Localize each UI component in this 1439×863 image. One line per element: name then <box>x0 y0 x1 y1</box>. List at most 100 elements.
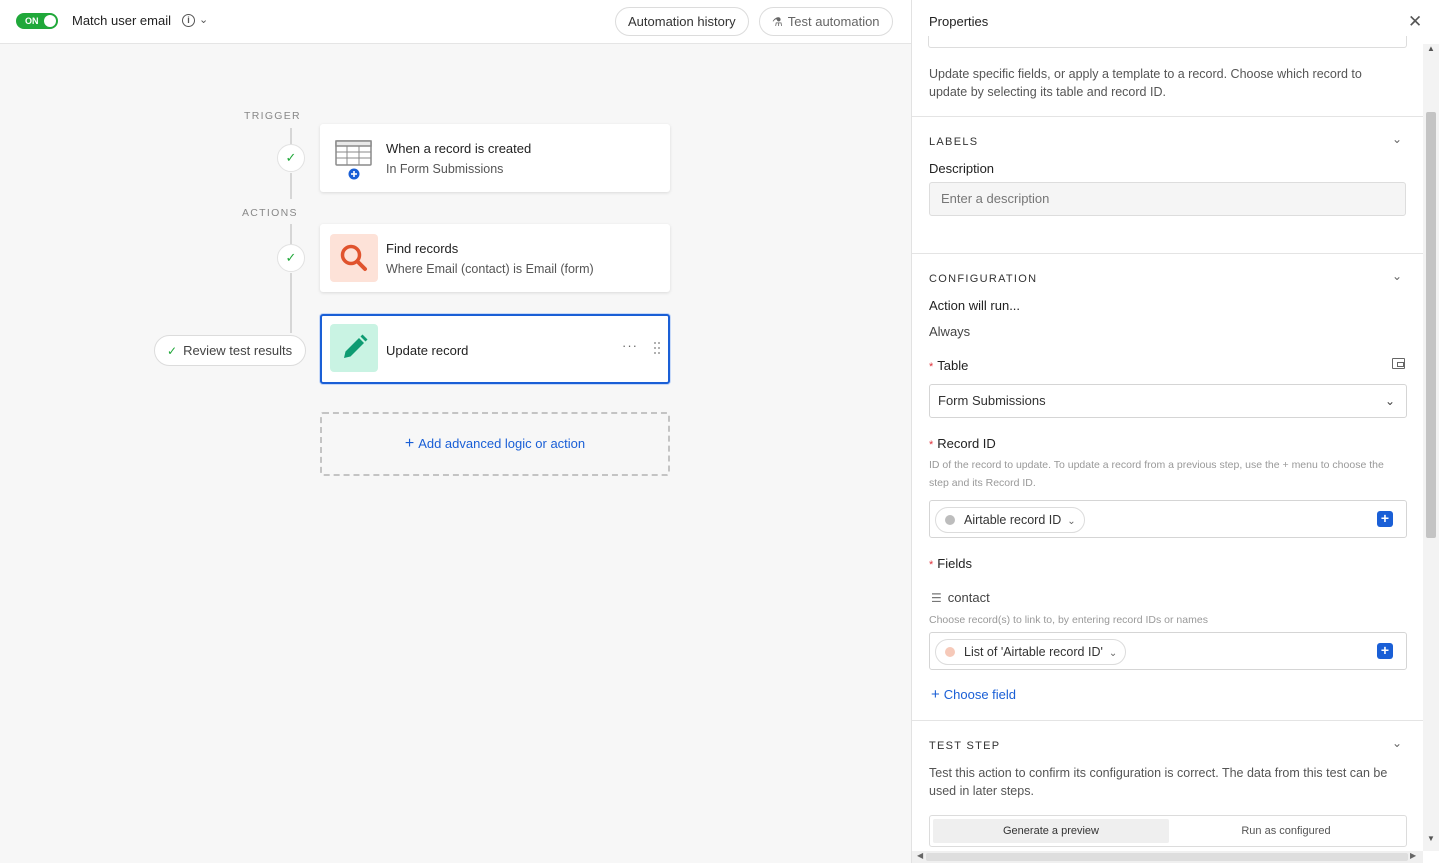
plus-icon: + <box>931 686 940 703</box>
table-select[interactable]: Form Submissions ⌄ <box>929 384 1407 418</box>
divider <box>912 116 1423 117</box>
properties-panel: Properties ✕ Update specific fields, or … <box>911 0 1439 863</box>
drag-handle-icon[interactable] <box>653 341 661 355</box>
required-marker: * <box>929 439 934 451</box>
linked-field-icon: ☰ <box>931 591 942 605</box>
step-title: Update record <box>386 343 469 358</box>
test-automation-button[interactable]: ⚗ Test automation <box>759 7 893 36</box>
connector-line <box>290 128 292 144</box>
required-marker: * <box>929 361 934 373</box>
flask-icon: ⚗ <box>772 15 783 29</box>
actions-section-label: ACTIONS <box>242 207 298 219</box>
chevron-down-icon[interactable]: ⌄ <box>1392 269 1402 283</box>
action-intro-text: Update specific fields, or apply a templ… <box>929 67 1362 99</box>
horizontal-scroll-thumb[interactable] <box>926 853 1408 861</box>
expand-icon[interactable] <box>1392 358 1405 369</box>
automation-history-button[interactable]: Automation history <box>615 7 749 36</box>
table-field-label: * Table <box>929 358 968 373</box>
contact-field-input[interactable]: List of 'Airtable record ID' ⌄ + <box>929 632 1407 670</box>
check-icon: ✓ <box>167 344 178 358</box>
record-id-hint: ID of the record to update. To update a … <box>929 459 1384 489</box>
workflow-canvas: TRIGGER ✓ ACTIONS ✓ When a record is cre… <box>0 44 911 863</box>
insert-token-plus-icon[interactable]: + <box>1377 511 1393 527</box>
step-subtitle: Where Email (contact) is Email (form) <box>386 262 594 276</box>
connector-line <box>290 273 292 333</box>
insert-token-plus-icon[interactable]: + <box>1377 643 1393 659</box>
add-advanced-logic-button[interactable]: + Add advanced logic or action <box>320 412 670 476</box>
scroll-thumb[interactable] <box>1426 112 1436 538</box>
close-icon[interactable]: ✕ <box>1408 12 1422 32</box>
chevron-down-icon: ⌄ <box>1067 516 1076 527</box>
vertical-scrollbar[interactable]: ▲ ▼ <box>1423 44 1439 851</box>
scroll-left-arrow-icon[interactable]: ◀ <box>917 851 923 860</box>
test-step-description: Test this action to confirm its configur… <box>929 766 1388 798</box>
search-icon <box>945 647 955 657</box>
name-input-edge[interactable] <box>928 36 1407 48</box>
generate-preview-button[interactable]: Generate a preview <box>933 819 1169 843</box>
divider <box>912 253 1423 254</box>
update-record-card[interactable]: Update record ··· <box>320 314 670 384</box>
search-icon <box>330 234 378 282</box>
more-options-icon[interactable]: ··· <box>622 338 638 353</box>
info-icon[interactable]: i <box>182 14 195 27</box>
connector-line <box>290 224 292 244</box>
connector-line <box>290 173 292 199</box>
chevron-down-icon: ⌄ <box>1385 394 1396 408</box>
automation-name[interactable]: Match user email <box>72 13 171 29</box>
choose-field-button[interactable]: + Choose field <box>931 686 1016 703</box>
record-id-token[interactable]: Airtable record ID ⌄ <box>935 507 1085 533</box>
action-run-label: Action will run... <box>929 298 1021 313</box>
contact-field-name: contact <box>947 590 990 605</box>
trigger-card[interactable]: When a record is created In Form Submiss… <box>320 124 670 192</box>
contact-field-hint: Choose record(s) to link to, by entering… <box>929 614 1208 626</box>
toggle-label: ON <box>25 16 39 26</box>
contact-field-row: ☰ contact <box>931 590 990 605</box>
test-mode-toggle: Generate a preview Run as configured <box>929 815 1407 847</box>
record-id-token-label: Airtable record ID <box>964 513 1062 527</box>
step-title: Find records <box>386 241 459 256</box>
record-id-input[interactable]: Airtable record ID ⌄ + <box>929 500 1407 538</box>
test-step-section-header[interactable]: TEST STEP <box>929 740 1000 752</box>
scroll-down-arrow-icon[interactable]: ▼ <box>1427 834 1435 843</box>
test-automation-label: Test automation <box>787 14 880 29</box>
step-title: When a record is created <box>386 141 532 156</box>
record-id-label-text: Record ID <box>937 436 996 451</box>
automation-on-toggle[interactable]: ON <box>16 13 58 29</box>
step-subtitle: In Form Submissions <box>386 162 504 176</box>
record-id-field-label: * Record ID <box>929 436 996 451</box>
run-as-configured-button[interactable]: Run as configured <box>1169 819 1403 843</box>
chevron-down-icon: ⌄ <box>1108 648 1118 659</box>
table-plus-icon <box>330 134 378 182</box>
top-bar: ON Match user email i ⌄ Automation histo… <box>0 0 911 44</box>
fields-field-label: * Fields <box>929 556 972 571</box>
fingerprint-icon <box>945 515 955 525</box>
fields-label-text: Fields <box>937 556 972 571</box>
horizontal-scrollbar[interactable]: ◀ ▶ <box>912 851 1423 863</box>
contact-token-label: List of 'Airtable record ID' <box>964 645 1103 659</box>
description-input[interactable]: Enter a description <box>929 182 1406 216</box>
chevron-down-icon[interactable]: ⌄ <box>1392 132 1402 146</box>
labels-section-header[interactable]: LABELS <box>929 136 978 148</box>
trigger-check-icon: ✓ <box>277 144 305 172</box>
choose-field-label: Choose field <box>943 687 1017 702</box>
divider <box>912 720 1423 721</box>
scroll-right-arrow-icon[interactable]: ▶ <box>1410 851 1416 860</box>
action-check-icon: ✓ <box>277 244 305 272</box>
table-select-value: Form Submissions <box>938 393 1046 408</box>
review-label: Review test results <box>183 343 293 358</box>
plus-icon: + <box>404 435 415 452</box>
chevron-down-icon[interactable]: ⌄ <box>199 13 208 26</box>
action-run-value[interactable]: Always <box>929 324 970 339</box>
contact-token[interactable]: List of 'Airtable record ID' ⌄ <box>935 639 1127 665</box>
configuration-section-header[interactable]: CONFIGURATION <box>929 273 1037 285</box>
table-label-text: Table <box>937 358 969 373</box>
trigger-section-label: TRIGGER <box>244 110 301 122</box>
chevron-down-icon[interactable]: ⌄ <box>1392 736 1402 750</box>
toggle-knob <box>44 15 56 27</box>
add-label: Add advanced logic or action <box>418 436 586 451</box>
review-test-results-button[interactable]: ✓ Review test results <box>154 335 306 366</box>
automation-editor: ON Match user email i ⌄ Automation histo… <box>0 0 1439 863</box>
scroll-up-arrow-icon[interactable]: ▲ <box>1427 44 1435 53</box>
description-label: Description <box>929 161 995 176</box>
find-records-card[interactable]: Find records Where Email (contact) is Em… <box>320 224 670 292</box>
